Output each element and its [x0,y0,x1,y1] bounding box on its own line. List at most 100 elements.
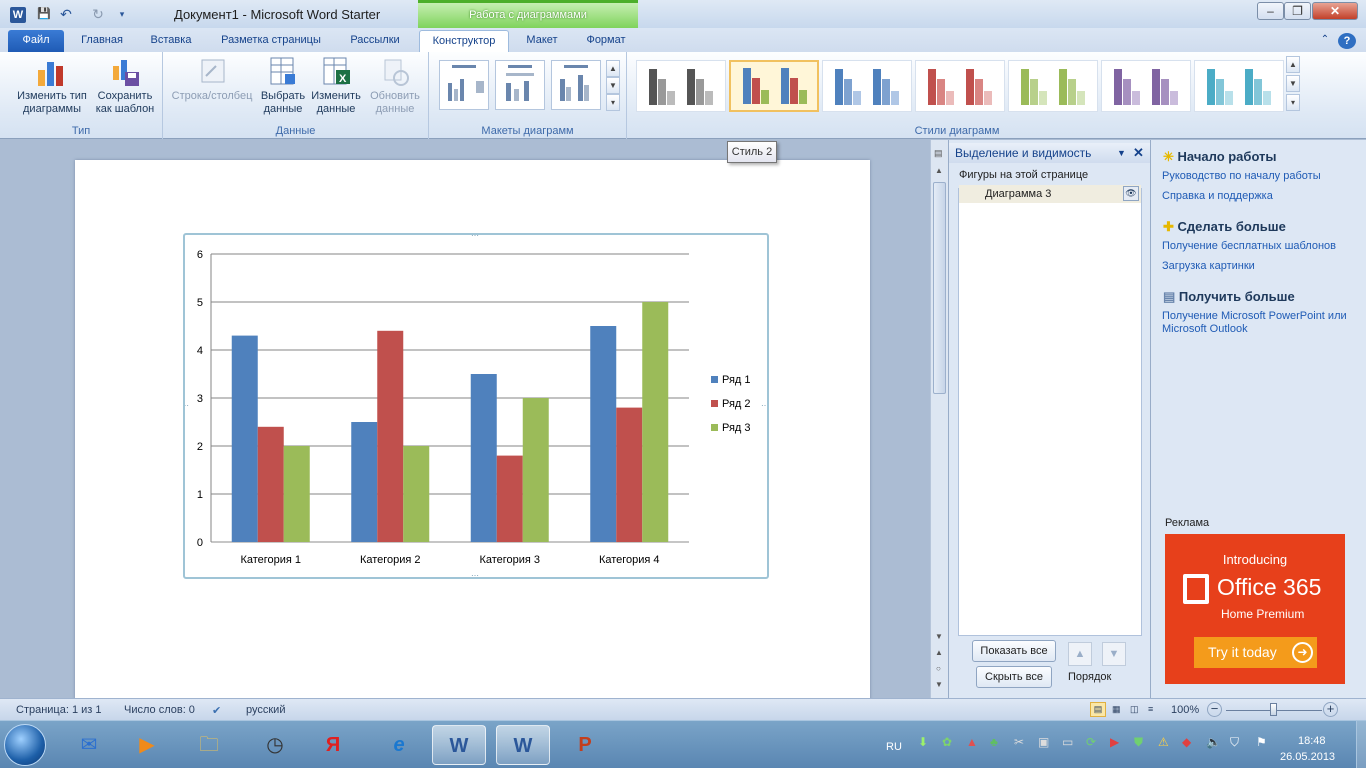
pane-menu-icon[interactable]: ▼ [1117,143,1126,163]
change-chart-type-button[interactable]: Изменить тип диаграммы [10,56,94,116]
prev-page-icon[interactable]: ▲ [935,648,943,657]
tray-shield-icon[interactable]: ⛊ [1134,735,1143,750]
shape-item-chart[interactable]: Диаграмма 3 [959,185,1141,203]
try-it-today-button[interactable]: Try it today ➜ [1194,637,1317,668]
office-365-ad[interactable]: Introducing Office 365 Home Premium Try … [1165,534,1345,684]
styles-more-icon[interactable]: ▾ [1286,94,1300,111]
clipart-link[interactable]: Загрузка картинки [1162,260,1255,273]
chart-layout-3[interactable] [551,60,601,110]
chart-layout-2[interactable] [495,60,545,110]
tab-design[interactable]: Конструктор [419,30,509,52]
word-taskbar-button-2[interactable]: W [496,725,550,765]
word-taskbar-button[interactable]: W [432,725,486,765]
show-desktop-button[interactable] [1356,721,1366,768]
styles-scroll-up-icon[interactable]: ▲ [1286,56,1300,73]
show-all-button[interactable]: Показать все [972,640,1056,662]
help-support-link[interactable]: Справка и поддержка [1162,190,1273,203]
edit-data-button[interactable]: X Изменить данные [309,56,363,116]
language-indicator[interactable]: русский [246,704,285,716]
draft-icon[interactable]: ≡ [1148,704,1153,714]
save-as-template-button[interactable]: Сохранить как шаблон [92,56,158,116]
proofing-icon[interactable]: ✔ [212,704,221,717]
visibility-eye-icon[interactable]: 👁 [1123,186,1139,201]
redo-icon[interactable]: ↻ [90,6,106,22]
tray-warning-icon[interactable]: ⚠ [1158,735,1169,749]
move-up-icon[interactable]: ▲ [1068,642,1092,666]
next-page-icon[interactable]: ▼ [935,680,943,689]
word-app-icon[interactable]: W [10,7,26,23]
tab-mailings[interactable]: Рассылки [340,30,410,52]
free-templates-link[interactable]: Получение бесплатных шаблонов [1162,240,1336,253]
refresh-data-button[interactable]: Обновить данные [365,56,425,116]
close-button[interactable]: ✕ [1312,2,1358,20]
scroll-up-icon[interactable]: ▲ [935,166,943,175]
tray-tools-icon[interactable]: ✂ [1014,735,1024,749]
tab-layout[interactable]: Макет [516,30,568,52]
tray-download-icon[interactable]: ⬇ [918,735,928,749]
chart-style-2[interactable] [729,60,819,112]
tray-antivirus-icon[interactable]: ◆ [1182,735,1191,749]
clock-date[interactable]: 26.05.2013 [1280,751,1335,763]
collapse-ribbon-icon[interactable]: ⌃ [1318,30,1332,52]
tray-pdf-icon[interactable]: ▲ [966,735,978,749]
chart-style-3[interactable] [822,60,912,112]
explorer-taskbar-button[interactable]: 🗀 [182,725,236,765]
yandex-taskbar-button[interactable]: Я [306,725,360,765]
layouts-more-icon[interactable]: ▾ [606,94,620,111]
chart-frame[interactable]: 0 1 2 3 4 5 6 Категория 1 Категория 2 Категория 3… [181,231,769,580]
page-count[interactable]: Страница: 1 из 1 [16,704,102,716]
hide-all-button[interactable]: Скрыть все [976,666,1052,688]
customize-qat-icon[interactable]: ▾ [114,6,130,22]
tray-monitor-icon[interactable]: ▭ [1062,735,1073,749]
layouts-scroll-down-icon[interactable]: ▼ [606,77,620,94]
browse-object-icon[interactable]: ○ [936,664,941,673]
tab-insert[interactable]: Вставка [140,30,202,52]
restore-button[interactable]: ❐ [1284,2,1311,20]
tray-security-icon[interactable]: ✿ [942,735,952,749]
ruler-toggle-icon[interactable]: ▤ [934,148,946,160]
document-scrollbar[interactable]: ▤ ▲ ▼ ▲ ○ ▼ [930,140,948,698]
chart-style-4[interactable] [915,60,1005,112]
move-down-icon[interactable]: ▼ [1102,642,1126,666]
getting-started-guide-link[interactable]: Руководство по началу работы [1162,170,1321,183]
tab-format[interactable]: Формат [576,30,636,52]
layouts-scroll-up-icon[interactable]: ▲ [606,60,620,77]
tray-flag-icon[interactable]: ⚑ [1256,735,1267,749]
styles-scroll-down-icon[interactable]: ▼ [1286,75,1300,92]
zoom-slider-thumb[interactable] [1270,703,1277,716]
ie-taskbar-button[interactable]: e [372,725,426,765]
print-layout-icon[interactable]: ▤ [1090,702,1106,717]
mail-taskbar-button[interactable]: ✉ [62,725,116,765]
tab-home[interactable]: Главная [72,30,132,52]
scroll-down-icon[interactable]: ▼ [935,632,943,641]
chart-layout-1[interactable] [439,60,489,110]
minimize-button[interactable]: – [1257,2,1284,20]
tray-player-icon[interactable]: ▶ [1110,735,1119,749]
clock-time[interactable]: 18:48 [1298,735,1326,747]
ppt-taskbar-button[interactable]: P [558,725,612,765]
web-layout-icon[interactable]: ◫ [1130,704,1139,715]
chart-style-5[interactable] [1008,60,1098,112]
chart-style-1[interactable] [636,60,726,112]
input-language[interactable]: RU [886,741,902,753]
zoom-out-icon[interactable]: − [1207,702,1222,717]
tab-file[interactable]: Файл [8,30,64,52]
tray-app-icon[interactable]: ♣ [990,735,998,749]
zoom-in-icon[interactable]: + [1323,702,1338,717]
save-icon[interactable]: 💾 [36,6,52,22]
switch-row-column-button[interactable]: Строка/столбец [169,56,255,103]
full-screen-icon[interactable]: ▦ [1112,704,1121,715]
get-office-link[interactable]: Получение Microsoft PowerPoint или Micro… [1162,310,1352,336]
scroll-thumb[interactable] [933,182,946,394]
help-icon[interactable]: ? [1338,33,1356,49]
tray-update-icon[interactable]: ⟳ [1086,735,1096,749]
pane-close-icon[interactable]: ✕ [1133,143,1144,163]
start-button[interactable] [4,724,46,766]
tray-usb-icon[interactable]: ⛉ [1230,735,1239,750]
tab-page-layout[interactable]: Разметка страницы [210,30,332,52]
chart-style-6[interactable] [1101,60,1191,112]
clock-taskbar-button[interactable]: ◷ [248,725,302,765]
select-data-button[interactable]: Выбрать данные [257,56,309,116]
tray-network-icon[interactable]: ▣ [1038,735,1049,749]
media-taskbar-button[interactable]: ▶ [120,725,174,765]
